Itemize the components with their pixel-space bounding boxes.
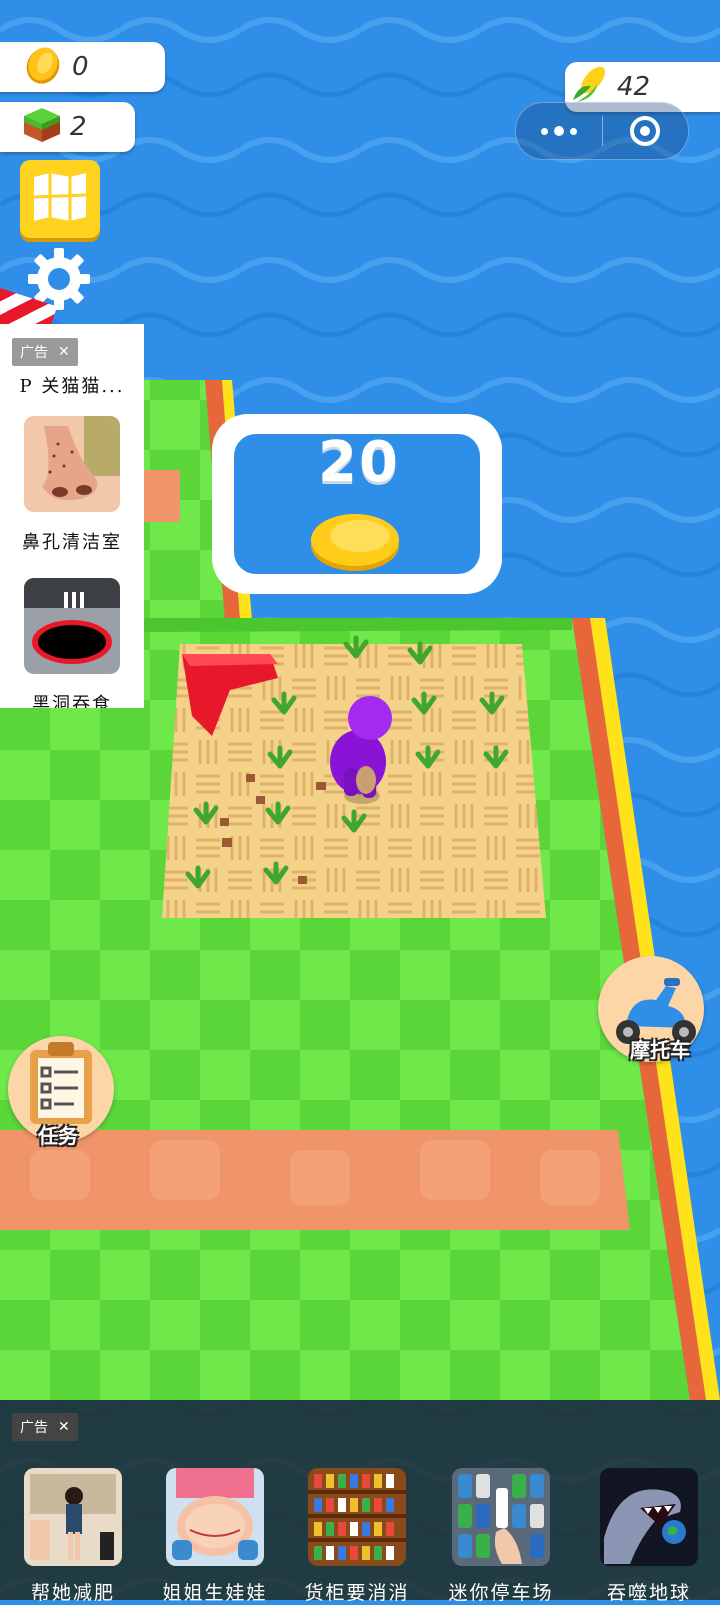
ad-thumb-parking xyxy=(452,1468,550,1566)
miniprogram-capsule xyxy=(515,102,689,160)
map-button[interactable] xyxy=(20,160,100,238)
side-ad-game-label[interactable]: P 关猫猫... xyxy=(0,372,144,398)
ad-game-label: 迷你停车场 xyxy=(448,1582,554,1604)
bottom-ad-item[interactable]: 货柜要消消 xyxy=(304,1468,408,1604)
game-scene[interactable] xyxy=(0,0,720,1600)
ad-tag: 广告 ✕ xyxy=(12,338,78,366)
ad-thumb-shelf xyxy=(308,1468,406,1566)
more-button[interactable] xyxy=(516,103,602,159)
ad-close-button[interactable]: ✕ xyxy=(58,1419,70,1435)
side-ad-game-label[interactable]: 鼻孔清洁室 xyxy=(0,528,144,554)
side-ad-thumb-blackhole[interactable] xyxy=(24,578,120,674)
corn-count: 42 xyxy=(617,72,651,102)
bottom-ad-item[interactable]: 帮她减肥 xyxy=(24,1468,122,1604)
side-ad-thumb-nose[interactable] xyxy=(24,416,120,512)
bottom-ad-item[interactable]: 吞噬地球 xyxy=(600,1468,698,1604)
ad-close-button[interactable]: ✕ xyxy=(58,344,70,360)
motorcycle-label: 摩托车 xyxy=(630,1038,690,1062)
block-counter: 2 xyxy=(0,102,135,152)
more-dots-icon xyxy=(540,126,577,136)
ad-thumb-baby xyxy=(166,1468,264,1566)
coin-count: 0 xyxy=(72,52,89,82)
side-ad-panel: 广告 ✕ P 关猫猫... 鼻孔清洁室 黑洞吞食 xyxy=(0,324,144,708)
ad-label: 广告 xyxy=(20,345,48,361)
coin-icon xyxy=(22,43,64,92)
bottom-ad-item[interactable]: 姐姐生娃娃 xyxy=(162,1468,266,1604)
map-icon xyxy=(30,169,90,229)
ad-game-label: 货柜要消消 xyxy=(304,1582,410,1604)
ad-game-label: 帮她减肥 xyxy=(30,1582,115,1604)
target-icon xyxy=(630,116,661,146)
coin-counter: 0 xyxy=(0,42,165,92)
clipboard-icon xyxy=(26,1040,96,1130)
ad-thumb-weightloss xyxy=(24,1468,122,1566)
block-count: 2 xyxy=(70,112,87,142)
bottom-ad-bar: 广告 ✕ 帮她减肥 姐姐生娃娃 货柜要消消 迷你停车场 吞噬地球 xyxy=(0,1400,720,1604)
bottom-ad-item[interactable]: 迷你停车场 xyxy=(448,1468,552,1604)
tasks-label: 任务 xyxy=(38,1124,78,1148)
motorcycle-button[interactable]: 摩托车 xyxy=(598,956,704,1062)
ad-thumb-shark xyxy=(600,1468,698,1566)
ad-tag: 广告 ✕ xyxy=(12,1413,78,1441)
purchase-price: 20 xyxy=(318,430,400,495)
side-ad-game-label[interactable]: 黑洞吞食 xyxy=(0,690,144,708)
tasks-button[interactable]: 任务 xyxy=(8,1036,114,1148)
ad-game-label: 姐姐生娃娃 xyxy=(162,1582,268,1604)
ad-game-label: 吞噬地球 xyxy=(606,1582,691,1604)
grass-block-icon xyxy=(22,104,62,151)
ad-label: 广告 xyxy=(20,1420,48,1436)
close-miniprogram-button[interactable] xyxy=(603,103,689,159)
